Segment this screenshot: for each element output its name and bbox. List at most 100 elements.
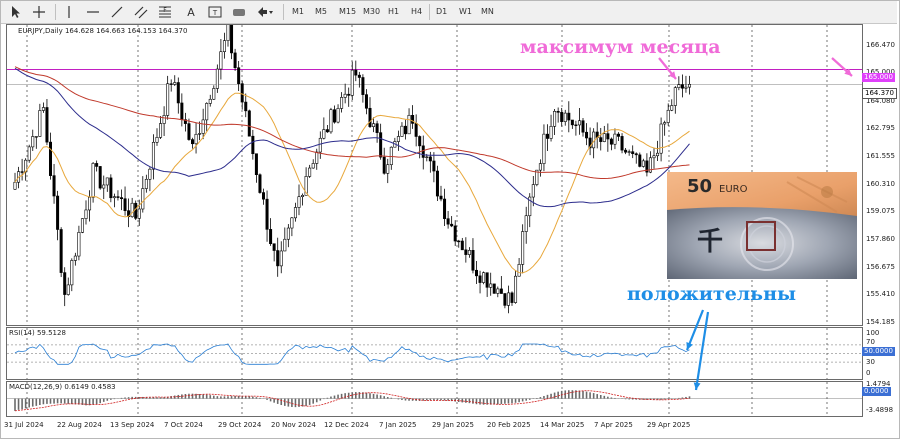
label-icon[interactable]: T bbox=[207, 4, 223, 20]
timeframe-h4[interactable]: H4 bbox=[409, 4, 424, 20]
candle bbox=[148, 167, 152, 192]
rsi-label: RSI(14) 59.5128 bbox=[9, 329, 66, 337]
level-price-tag: 165.000 bbox=[862, 73, 895, 82]
candle bbox=[56, 190, 60, 241]
candle bbox=[169, 79, 173, 92]
svg-text:T: T bbox=[212, 9, 218, 17]
candle bbox=[212, 85, 216, 100]
candle bbox=[98, 166, 102, 190]
candle bbox=[254, 153, 258, 183]
candle bbox=[506, 285, 510, 314]
candle bbox=[659, 117, 663, 162]
candle bbox=[77, 225, 81, 261]
candle bbox=[542, 124, 546, 172]
candle bbox=[641, 158, 645, 168]
candle bbox=[279, 241, 283, 274]
candle bbox=[485, 272, 489, 297]
candle bbox=[123, 186, 127, 216]
candle bbox=[31, 129, 35, 151]
candle bbox=[66, 277, 70, 296]
candle bbox=[120, 189, 124, 211]
channel-icon[interactable] bbox=[133, 4, 149, 20]
date-label: 12 Dec 2024 bbox=[324, 421, 369, 429]
candle bbox=[293, 202, 297, 222]
macd-pane[interactable]: MACD(12,26,9) 0.6149 0.4583 bbox=[6, 381, 863, 417]
macd-value-tag: 0.0000 bbox=[862, 387, 891, 396]
shape-icon[interactable] bbox=[231, 4, 247, 20]
timeframe-m30[interactable]: M30 bbox=[361, 4, 382, 20]
rsi-level-label: 70 bbox=[866, 338, 875, 346]
candle bbox=[59, 227, 63, 278]
candle bbox=[634, 152, 638, 164]
candle bbox=[393, 137, 397, 148]
candle bbox=[396, 130, 400, 151]
candle bbox=[375, 120, 379, 143]
toolbar: F A T M1 M5 M15 M30 H1 H4 D1 W1 MN bbox=[1, 1, 897, 24]
price-label: 159.075 bbox=[866, 207, 895, 215]
rsi-level-label: 30 bbox=[866, 358, 875, 366]
candle bbox=[631, 145, 635, 159]
candle bbox=[421, 135, 425, 170]
candle bbox=[343, 83, 347, 104]
candle bbox=[670, 99, 674, 112]
candle bbox=[450, 216, 454, 228]
fibonacci-icon[interactable]: F bbox=[157, 4, 173, 20]
candle bbox=[357, 71, 361, 88]
candle bbox=[567, 101, 571, 133]
candle bbox=[70, 258, 74, 292]
candle bbox=[34, 136, 38, 149]
timeframe-h1[interactable]: H1 bbox=[386, 4, 401, 20]
crosshair-icon[interactable] bbox=[31, 4, 47, 20]
banknotes-photo: 50 EURO 千 bbox=[667, 172, 857, 279]
candle bbox=[599, 127, 603, 151]
horizontal-line-icon[interactable] bbox=[85, 4, 101, 20]
candle bbox=[453, 220, 457, 246]
timeframe-mn[interactable]: MN bbox=[479, 4, 496, 20]
date-label: 20 Feb 2025 bbox=[487, 421, 531, 429]
candle bbox=[272, 243, 276, 262]
timeframe-m5[interactable]: M5 bbox=[313, 4, 329, 20]
cursor-icon[interactable] bbox=[7, 4, 23, 20]
macd-chart[interactable] bbox=[7, 382, 862, 416]
candle bbox=[41, 102, 45, 113]
price-label: 154.185 bbox=[866, 318, 895, 326]
timeframe-m15[interactable]: M15 bbox=[337, 4, 358, 20]
candle bbox=[48, 132, 52, 180]
vertical-line-icon[interactable] bbox=[61, 4, 77, 20]
arrow-icon[interactable] bbox=[255, 4, 275, 20]
rsi-pane[interactable]: RSI(14) 59.5128 bbox=[6, 327, 863, 380]
candle bbox=[20, 158, 24, 181]
candle bbox=[471, 238, 475, 274]
candle bbox=[361, 74, 365, 103]
candle bbox=[403, 119, 407, 140]
date-label: 29 Oct 2024 bbox=[218, 421, 262, 429]
candle bbox=[439, 185, 443, 202]
candle bbox=[577, 108, 581, 135]
candle bbox=[581, 118, 585, 137]
trend-line-icon[interactable] bbox=[109, 4, 125, 20]
candle bbox=[464, 237, 468, 263]
candle bbox=[606, 123, 610, 152]
candle bbox=[311, 159, 315, 169]
text-icon[interactable]: A bbox=[183, 4, 199, 20]
candle bbox=[162, 106, 166, 136]
timeframe-d1[interactable]: D1 bbox=[434, 4, 449, 20]
month-max-annotation: максимум месяца bbox=[520, 36, 721, 58]
candle bbox=[102, 175, 106, 200]
timeframe-m1[interactable]: M1 bbox=[290, 4, 306, 20]
positive-annotation: положительны bbox=[627, 283, 797, 305]
candle bbox=[414, 114, 418, 147]
price-label: 155.410 bbox=[866, 290, 895, 298]
candle bbox=[45, 99, 49, 146]
rsi-chart[interactable] bbox=[7, 328, 862, 379]
candle bbox=[386, 158, 390, 184]
candle bbox=[446, 211, 450, 229]
rsi-value-tag: 50.0000 bbox=[862, 347, 895, 356]
candle bbox=[329, 107, 333, 134]
timeframe-w1[interactable]: W1 bbox=[457, 4, 474, 20]
candle bbox=[528, 193, 532, 228]
candle bbox=[616, 132, 620, 142]
candle bbox=[191, 137, 195, 149]
candle bbox=[325, 125, 329, 133]
date-label: 13 Sep 2024 bbox=[110, 421, 155, 429]
